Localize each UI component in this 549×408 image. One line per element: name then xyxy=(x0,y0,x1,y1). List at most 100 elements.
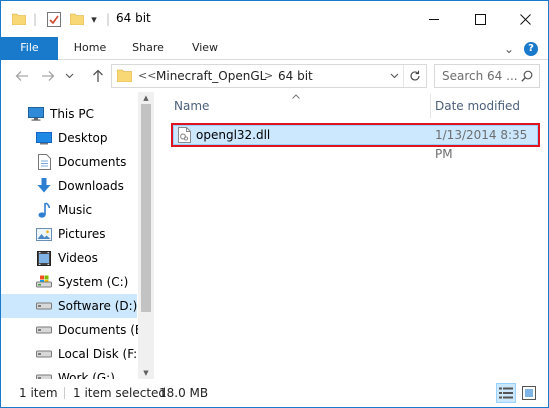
nav-item-system-c[interactable]: System (C:) xyxy=(1,270,137,294)
large-icons-view-button[interactable] xyxy=(519,383,539,403)
tab-home[interactable]: Home xyxy=(63,37,117,60)
address-overflow-icon[interactable]: << xyxy=(138,65,156,87)
pc-icon xyxy=(28,106,44,122)
refresh-button[interactable] xyxy=(403,65,425,87)
nav-item-this-pc[interactable]: This PC xyxy=(1,102,137,126)
drive-icon xyxy=(36,298,52,314)
help-button[interactable]: ? xyxy=(523,41,539,57)
navigation-pane: This PC Desktop Documents Downloads Musi… xyxy=(1,92,154,379)
nav-item-work-g[interactable]: Work (G:) xyxy=(1,366,137,379)
nav-item-local-disk-f[interactable]: Local Disk (F:) xyxy=(1,342,142,366)
item-count: 1 item xyxy=(19,386,58,400)
tab-share[interactable]: Share xyxy=(121,37,175,60)
downloads-icon xyxy=(36,178,52,194)
title-bar: | ▾ | 64 bit xyxy=(1,1,548,37)
explorer-window: | ▾ | 64 bit File Home Share View ⌄ ? <<… xyxy=(0,0,549,408)
address-row: << Minecraft_OpenGL > 64 bit Search 64 .… xyxy=(1,60,548,92)
nav-item-videos[interactable]: Videos xyxy=(1,246,137,270)
forward-button[interactable] xyxy=(39,66,57,86)
nav-item-label: Desktop xyxy=(58,131,108,145)
file-list: Name Date modified opengl32.dll 1/13/201… xyxy=(161,92,548,379)
column-header-name[interactable]: Name xyxy=(174,92,414,118)
address-history-button[interactable] xyxy=(387,69,401,83)
new-folder-icon[interactable] xyxy=(69,1,85,37)
up-button[interactable] xyxy=(89,66,107,86)
drive-icon xyxy=(36,274,52,290)
status-divider xyxy=(64,387,65,399)
documents-icon xyxy=(36,154,52,170)
nav-item-documents-e[interactable]: Documents (E: xyxy=(1,318,147,342)
dll-file-icon xyxy=(178,127,191,146)
close-icon xyxy=(519,13,531,25)
drive-icon xyxy=(36,370,52,379)
chevron-down-icon xyxy=(390,73,398,79)
details-view-button[interactable] xyxy=(496,383,516,403)
file-date-modified: 1/13/2014 8:35 PM xyxy=(435,128,528,161)
nav-item-label: Local Disk (F:) xyxy=(58,347,142,361)
column-header-date-modified[interactable]: Date modified xyxy=(435,92,545,118)
column-divider[interactable] xyxy=(430,94,431,118)
scrollbar-thumb[interactable] xyxy=(141,104,151,312)
file-name: opengl32.dll xyxy=(196,128,271,142)
nav-item-downloads[interactable]: Downloads xyxy=(1,174,137,198)
close-button[interactable] xyxy=(502,1,548,37)
nav-item-label: Documents xyxy=(58,155,127,169)
navigation-scrollbar[interactable]: ▲ ▼ xyxy=(138,92,154,379)
nav-item-label: Videos xyxy=(58,251,98,265)
scroll-down-icon[interactable]: ▼ xyxy=(138,367,154,379)
details-view-icon xyxy=(499,387,513,399)
nav-item-pictures[interactable]: Pictures xyxy=(1,222,137,246)
maximize-button[interactable] xyxy=(457,1,503,37)
pictures-icon xyxy=(36,226,52,242)
folder-app-icon xyxy=(11,1,27,37)
address-bar[interactable]: << Minecraft_OpenGL > 64 bit xyxy=(111,64,427,88)
breadcrumb-chevron-icon[interactable]: > xyxy=(264,65,273,87)
tab-view[interactable]: View xyxy=(179,37,231,60)
folder-icon xyxy=(116,69,133,85)
back-button[interactable] xyxy=(13,66,31,86)
help-icon: ? xyxy=(524,42,538,56)
nav-item-label: Documents (E: xyxy=(58,323,147,337)
nav-item-music[interactable]: Music xyxy=(1,198,137,222)
expand-ribbon-icon[interactable]: ⌄ xyxy=(502,41,516,57)
window-title: 64 bit xyxy=(116,11,151,25)
file-row[interactable]: opengl32.dll 1/13/2014 8:35 PM xyxy=(173,125,538,161)
nav-item-documents[interactable]: Documents xyxy=(1,150,137,174)
selection-size: 18.0 MB xyxy=(159,386,209,400)
nav-item-label: System (C:) xyxy=(58,275,129,289)
title-separator-2: | xyxy=(105,12,111,26)
recent-locations-button[interactable] xyxy=(63,66,75,86)
search-icon xyxy=(521,70,533,85)
minimize-icon xyxy=(428,18,439,20)
title-separator: | xyxy=(32,12,38,26)
ribbon-tabs: File Home Share View ⌄ ? xyxy=(1,37,548,60)
breadcrumb-64-bit[interactable]: 64 bit xyxy=(278,65,313,87)
search-input[interactable]: Search 64 ... xyxy=(434,64,540,88)
properties-icon[interactable] xyxy=(45,1,63,37)
forward-arrow-icon xyxy=(42,71,55,81)
nav-item-label: This PC xyxy=(50,107,94,121)
drive-icon xyxy=(36,322,52,338)
videos-icon xyxy=(36,250,52,266)
nav-item-label: Software (D:) xyxy=(58,299,138,313)
refresh-icon xyxy=(409,70,420,81)
nav-item-desktop[interactable]: Desktop xyxy=(1,126,137,150)
music-icon xyxy=(36,202,52,218)
large-icons-view-icon xyxy=(522,386,536,400)
breadcrumb-minecraft-opengl[interactable]: Minecraft_OpenGL xyxy=(156,65,266,87)
tab-file[interactable]: File xyxy=(1,37,58,60)
chevron-down-icon xyxy=(65,73,73,79)
selection-count: 1 item selected xyxy=(73,386,167,400)
scroll-up-icon[interactable]: ▲ xyxy=(138,92,154,104)
maximize-icon xyxy=(474,13,486,25)
minimize-button[interactable] xyxy=(411,1,457,37)
nav-item-label: Pictures xyxy=(58,227,106,241)
drive-icon xyxy=(36,346,52,362)
nav-item-label: Work (G:) xyxy=(58,371,115,379)
back-arrow-icon xyxy=(15,71,28,81)
up-arrow-icon xyxy=(93,69,103,82)
nav-item-software-d[interactable]: Software (D:) xyxy=(1,294,137,318)
search-placeholder: Search 64 ... xyxy=(442,69,518,83)
desktop-icon xyxy=(36,130,52,146)
customize-toolbar-icon[interactable]: ▾ xyxy=(88,1,100,37)
